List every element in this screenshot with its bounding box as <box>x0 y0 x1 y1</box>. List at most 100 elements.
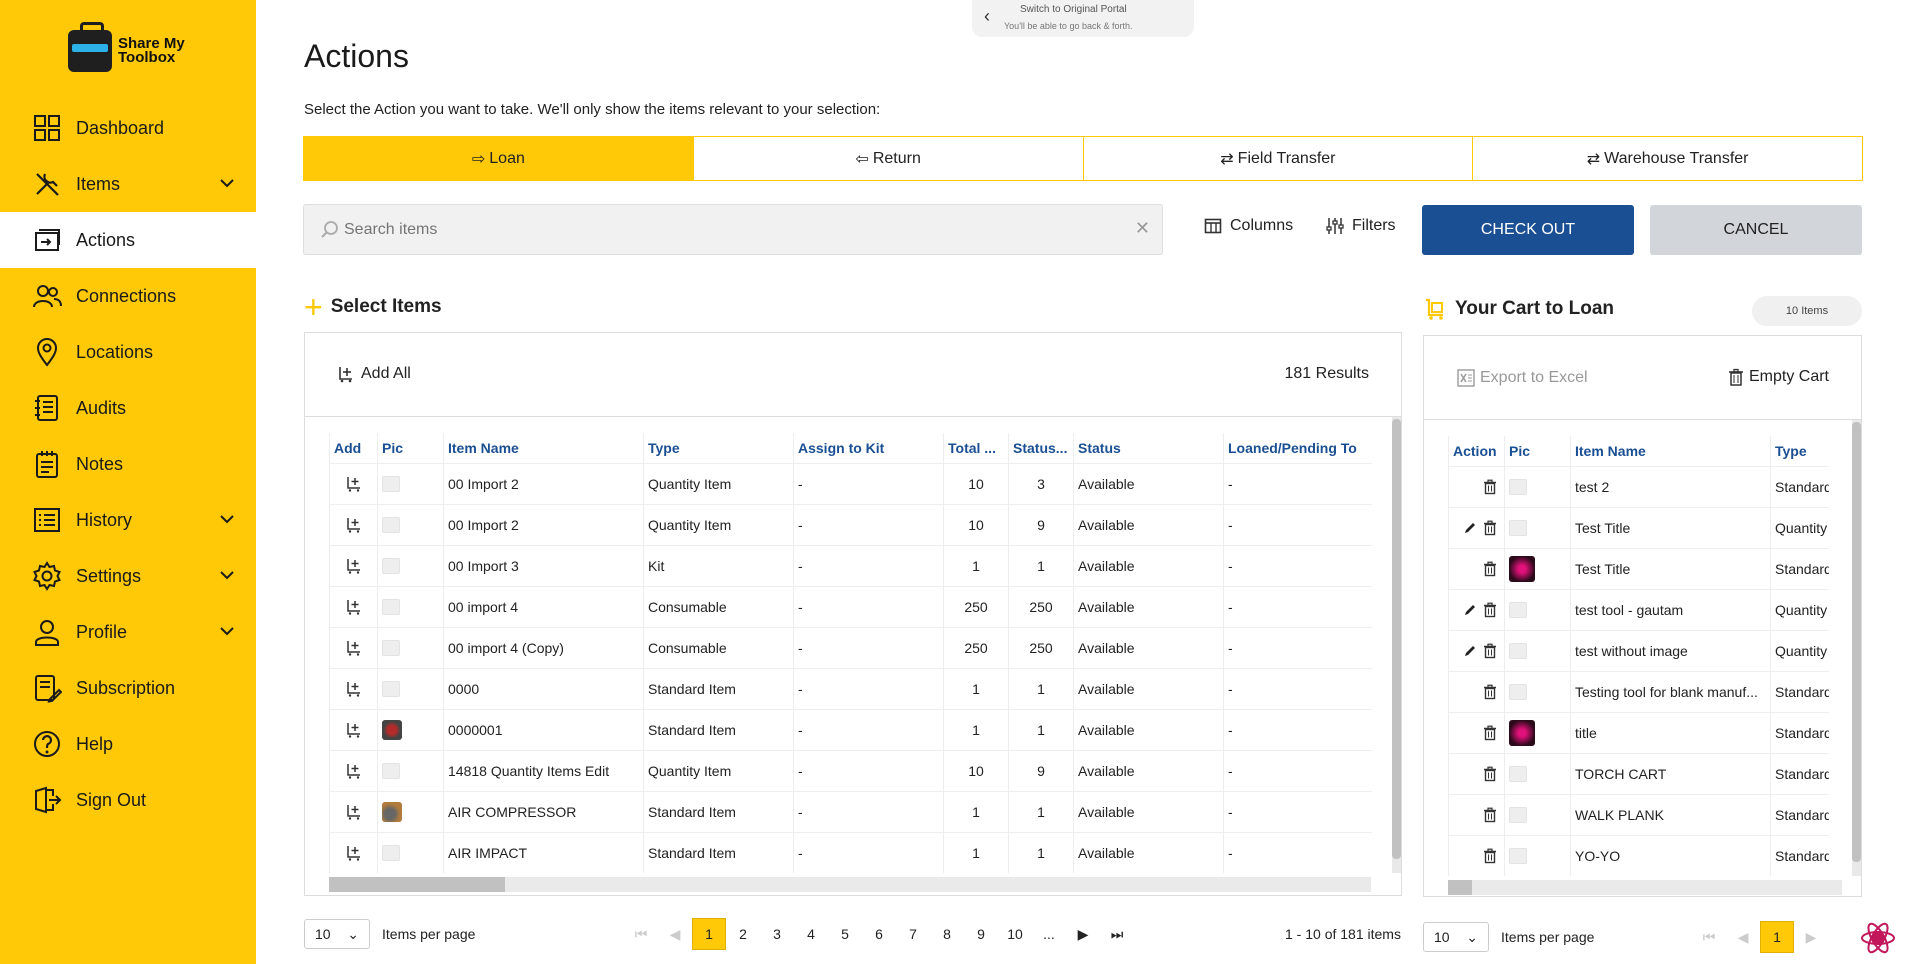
items-per-page-select[interactable]: 10 ⌄ <box>304 919 370 949</box>
add-all-button[interactable]: Add All <box>337 365 411 383</box>
first-page-icon[interactable]: ⏮ <box>624 918 658 950</box>
cart-row[interactable]: YO-YO Standard <box>1448 834 1829 876</box>
table-row[interactable]: 00 Import 2 Quantity Item -10 9 Available - <box>329 503 1372 545</box>
table-row[interactable]: 00 Import 3 Kit -1 1 Available - <box>329 544 1372 586</box>
trash-icon[interactable] <box>1482 602 1498 618</box>
cart-row[interactable]: test 2 Standard <box>1448 465 1829 507</box>
chevron-down-icon[interactable] <box>218 566 236 584</box>
cart-row[interactable]: test without image Quantity <box>1448 629 1829 671</box>
add-cell[interactable] <box>329 667 378 709</box>
cart-row[interactable]: Testing tool for blank manuf... Standard <box>1448 670 1829 712</box>
first-page-icon[interactable]: ⏮ <box>1692 921 1726 953</box>
page-button[interactable]: 7 <box>896 918 930 950</box>
add-to-cart-icon[interactable] <box>346 476 362 492</box>
table-row[interactable]: 00 Import 2 Quantity Item -10 3 Available - <box>329 462 1372 504</box>
sidebar-item-notes[interactable]: Notes <box>0 436 256 492</box>
add-to-cart-icon[interactable] <box>346 558 362 574</box>
empty-cart-button[interactable]: Empty Cart <box>1727 368 1829 386</box>
add-cell[interactable] <box>329 708 378 750</box>
cart-column-header[interactable]: Type <box>1770 436 1829 466</box>
sidebar-item-items[interactable]: Items <box>0 156 256 212</box>
cart-row[interactable]: TORCH CART Standard <box>1448 752 1829 794</box>
trash-icon[interactable] <box>1482 766 1498 782</box>
table-row[interactable]: 0000 Standard Item -1 1 Available - <box>329 667 1372 709</box>
table-row[interactable]: AIR IMPACT Standard Item -1 1 Available - <box>329 831 1372 873</box>
column-header[interactable]: Status <box>1073 433 1224 463</box>
sidebar-item-dashboard[interactable]: Dashboard <box>0 100 256 156</box>
page-button[interactable]: 10 <box>998 918 1032 950</box>
column-header[interactable]: Status... <box>1008 433 1074 463</box>
sidebar-item-connections[interactable]: Connections <box>0 268 256 324</box>
add-cell[interactable] <box>329 585 378 627</box>
trash-icon[interactable] <box>1482 725 1498 741</box>
column-header[interactable]: Total ... <box>943 433 1009 463</box>
cart-per-page-select[interactable]: 10 ⌄ <box>1423 922 1489 952</box>
tab-return[interactable]: ⇦ Return <box>693 137 1084 180</box>
tab-field-transfer[interactable]: ⇄ Field Transfer <box>1083 137 1474 180</box>
switch-portal-banner[interactable]: ‹ Switch to Original Portal You'll be ab… <box>972 0 1194 37</box>
cart-row[interactable]: title Standard <box>1448 711 1829 753</box>
add-cell[interactable] <box>329 749 378 791</box>
chevron-down-icon[interactable] <box>218 510 236 528</box>
table-row[interactable]: 0000001 Standard Item -1 1 Available - <box>329 708 1372 750</box>
chevron-down-icon[interactable] <box>218 174 236 192</box>
trash-icon[interactable] <box>1482 479 1498 495</box>
columns-button[interactable]: Columns <box>1204 217 1293 235</box>
table-row[interactable]: 00 import 4 (Copy) Consumable -250 250 Avail… <box>329 626 1372 668</box>
page-button[interactable]: 4 <box>794 918 828 950</box>
add-cell[interactable] <box>329 462 378 504</box>
add-cell[interactable] <box>329 831 378 873</box>
add-cell[interactable] <box>329 544 378 586</box>
last-page-icon[interactable]: ⏭ <box>1100 918 1134 950</box>
sidebar-item-history[interactable]: History <box>0 492 256 548</box>
add-to-cart-icon[interactable] <box>346 640 362 656</box>
items-vertical-scrollbar[interactable] <box>1392 417 1401 873</box>
page-button[interactable]: 9 <box>964 918 998 950</box>
cart-column-header[interactable]: Pic <box>1504 436 1571 466</box>
tab-loan[interactable]: ⇨ Loan <box>304 137 694 180</box>
column-header[interactable]: Type <box>643 433 794 463</box>
export-excel-button[interactable]: Export to Excel <box>1456 368 1588 388</box>
prev-page-icon[interactable]: ◀ <box>1726 921 1760 953</box>
pencil-icon[interactable] <box>1462 520 1478 536</box>
trash-icon[interactable] <box>1482 848 1498 864</box>
next-page-icon[interactable]: ▶ <box>1794 921 1828 953</box>
cart-horizontal-scrollbar[interactable] <box>1448 880 1842 895</box>
page-button[interactable]: 6 <box>862 918 896 950</box>
column-header[interactable]: Item Name <box>443 433 644 463</box>
page-button[interactable]: 2 <box>726 918 760 950</box>
prev-page-icon[interactable]: ◀ <box>658 918 692 950</box>
filters-button[interactable]: Filters <box>1326 217 1396 235</box>
add-to-cart-icon[interactable] <box>346 804 362 820</box>
cart-row[interactable]: Test Title Quantity <box>1448 506 1829 548</box>
column-header[interactable]: Add <box>329 433 378 463</box>
column-header[interactable]: Pic <box>377 433 444 463</box>
column-header[interactable]: Loaned/Pending To <box>1223 433 1372 463</box>
add-to-cart-icon[interactable] <box>346 763 362 779</box>
sidebar-item-locations[interactable]: Locations <box>0 324 256 380</box>
tab-warehouse-transfer[interactable]: ⇄ Warehouse Transfer <box>1473 137 1862 180</box>
cancel-button[interactable]: CANCEL <box>1650 205 1862 255</box>
sidebar-item-help[interactable]: Help <box>0 716 256 772</box>
table-row[interactable]: AIR COMPRESSOR Standard Item -1 1 Available - <box>329 790 1372 832</box>
pencil-icon[interactable] <box>1462 602 1478 618</box>
add-to-cart-icon[interactable] <box>346 599 362 615</box>
add-to-cart-icon[interactable] <box>346 681 362 697</box>
page-button[interactable]: 5 <box>828 918 862 950</box>
sidebar-item-profile[interactable]: Profile <box>0 604 256 660</box>
sidebar-item-actions[interactable]: Actions <box>0 212 256 268</box>
table-row[interactable]: 14818 Quantity Items Edit Quantity Item -1… <box>329 749 1372 791</box>
page-button[interactable]: 1 <box>692 918 726 950</box>
help-widget-icon[interactable] <box>1858 918 1898 958</box>
trash-icon[interactable] <box>1482 520 1498 536</box>
app-logo[interactable]: Share My Toolbox <box>68 22 198 72</box>
clear-search-icon[interactable]: ✕ <box>1135 218 1150 239</box>
cart-vertical-scrollbar[interactable] <box>1852 420 1861 876</box>
page-button[interactable]: 8 <box>930 918 964 950</box>
sidebar-item-subscription[interactable]: Subscription <box>0 660 256 716</box>
trash-icon[interactable] <box>1482 807 1498 823</box>
sidebar-item-sign-out[interactable]: Sign Out <box>0 772 256 828</box>
search-input[interactable] <box>344 218 1104 242</box>
cart-row[interactable]: test tool - gautam Quantity <box>1448 588 1829 630</box>
add-cell[interactable] <box>329 503 378 545</box>
